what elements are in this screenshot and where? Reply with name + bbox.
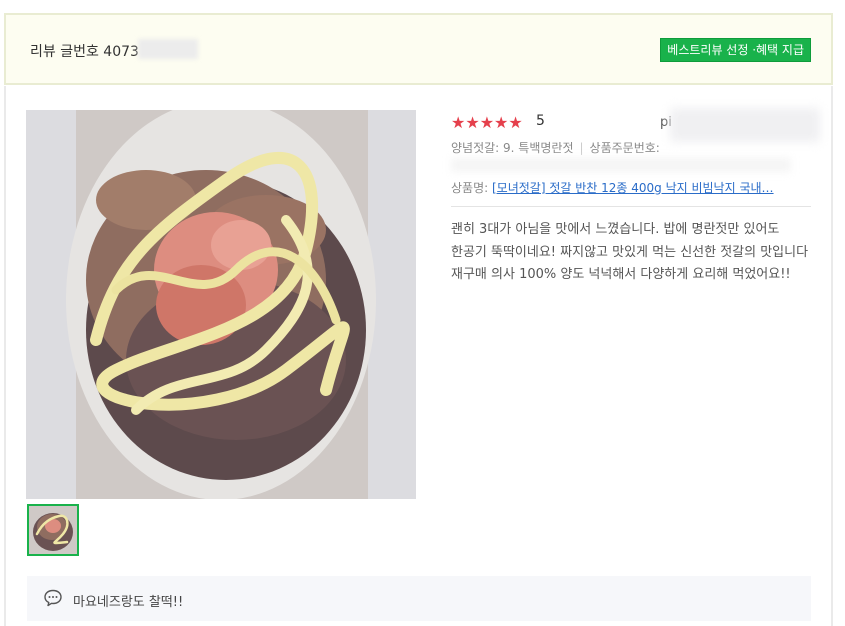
review-body: 괜히 3대가 아님을 맛에서 느꼈습니다. 밥에 명란젓만 있어도 한공기 뚝딱… bbox=[451, 222, 809, 282]
blurred-text bbox=[138, 39, 198, 59]
product-info: 상품명: [모녀젓갈] 젓갈 반찬 12종 400g 낙지 비빔낙지 국내… bbox=[451, 179, 812, 196]
product-label: 상품명: bbox=[451, 181, 489, 195]
review-photo[interactable] bbox=[26, 110, 416, 499]
order-number-label: 상품주문번호: bbox=[589, 141, 660, 155]
thumbnail-image bbox=[29, 506, 77, 554]
speech-bubble-icon bbox=[43, 588, 63, 612]
review-header: 리뷰 글번호 4073 베스트리뷰 선정 ·혜택 지급 bbox=[4, 13, 833, 85]
blurred-user-info bbox=[670, 108, 820, 142]
review-number: 리뷰 글번호 4073 bbox=[30, 44, 139, 60]
comment-text: 마요네즈랑도 찰떡!! bbox=[73, 595, 184, 610]
option-label: 양념젓갈: 9. 특백명란젓 bbox=[451, 141, 574, 155]
separator: | bbox=[579, 141, 584, 155]
food-photo-image bbox=[26, 110, 416, 499]
star-rating: ★★★★★ bbox=[451, 113, 523, 132]
product-name-link[interactable]: [모녀젓갈] 젓갈 반찬 12종 400g 낙지 비빔낙지 국내… bbox=[492, 181, 774, 195]
divider bbox=[451, 206, 811, 207]
best-review-badge: 베스트리뷰 선정 ·혜택 지급 bbox=[660, 38, 811, 62]
seller-comment: 마요네즈랑도 찰떡!! bbox=[27, 576, 811, 621]
option-info: 양념젓갈: 9. 특백명란젓 | 상품주문번호: bbox=[451, 139, 660, 156]
blurred-text bbox=[451, 158, 791, 172]
photo-thumbnail[interactable] bbox=[27, 504, 79, 556]
rating-score: 5 bbox=[536, 113, 545, 129]
